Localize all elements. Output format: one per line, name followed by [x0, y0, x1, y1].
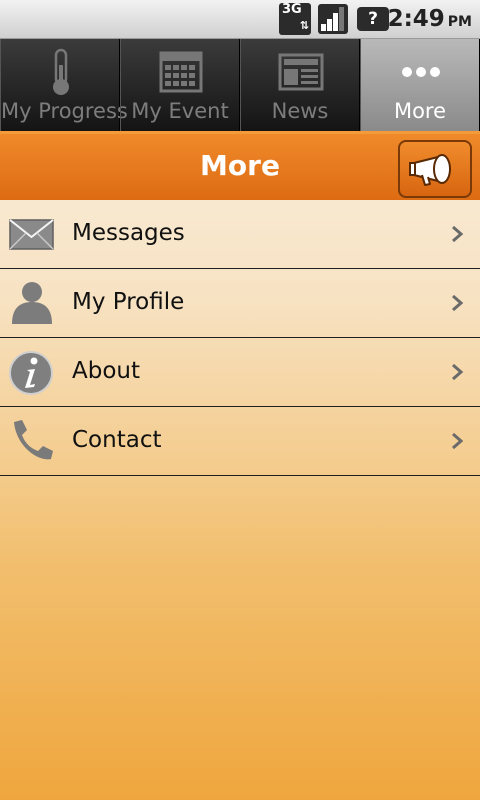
menu-item-messages[interactable]: Messages [0, 200, 480, 269]
tab-news[interactable]: News [240, 39, 360, 131]
menu-item-label: Messages [72, 220, 185, 246]
info-icon [9, 351, 53, 395]
menu-item-about[interactable]: About [0, 338, 480, 407]
network-label: 3G [282, 2, 302, 17]
newspaper-icon [278, 53, 324, 91]
clock-ampm: PM [447, 14, 472, 30]
tab-my-progress[interactable]: My Progress [0, 39, 128, 131]
tab-label: My Event [131, 99, 229, 123]
person-icon [12, 282, 52, 324]
more-menu-list: Messages My Profile About Contact [0, 200, 480, 476]
calendar-icon [159, 51, 203, 93]
chevron-right-icon [452, 294, 464, 312]
tab-label: More [393, 99, 447, 123]
signal-icon [318, 4, 348, 34]
tab-label: News [271, 99, 329, 123]
network-3g-icon: 3G ⇅ [279, 3, 311, 35]
tab-bar: My Progress My Event News More [0, 39, 480, 131]
chevron-right-icon [452, 225, 464, 243]
menu-item-label: Contact [72, 427, 162, 453]
menu-item-label: About [72, 358, 141, 384]
announcements-button[interactable] [398, 140, 472, 198]
thermometer-icon [53, 48, 69, 95]
more-dots-icon [402, 67, 440, 77]
menu-item-my-profile[interactable]: My Profile [0, 269, 480, 338]
clock-time: 2:49 [387, 6, 445, 32]
menu-item-contact[interactable]: Contact [0, 407, 480, 476]
envelope-icon [9, 219, 54, 250]
battery-unknown-icon: ? [357, 7, 389, 31]
chevron-right-icon [452, 363, 464, 381]
tab-my-event[interactable]: My Event [120, 39, 240, 131]
phone-icon [14, 420, 53, 460]
tab-more[interactable]: More [360, 39, 480, 131]
megaphone-icon [409, 154, 451, 186]
menu-item-label: My Profile [72, 289, 185, 315]
tab-label: My Progress [1, 99, 128, 123]
chevron-right-icon [452, 432, 464, 450]
clock: 2:49 PM [388, 5, 472, 33]
page-header: More [0, 131, 480, 200]
status-bar: 3G ⇅ ? 2:49 PM [0, 0, 480, 39]
